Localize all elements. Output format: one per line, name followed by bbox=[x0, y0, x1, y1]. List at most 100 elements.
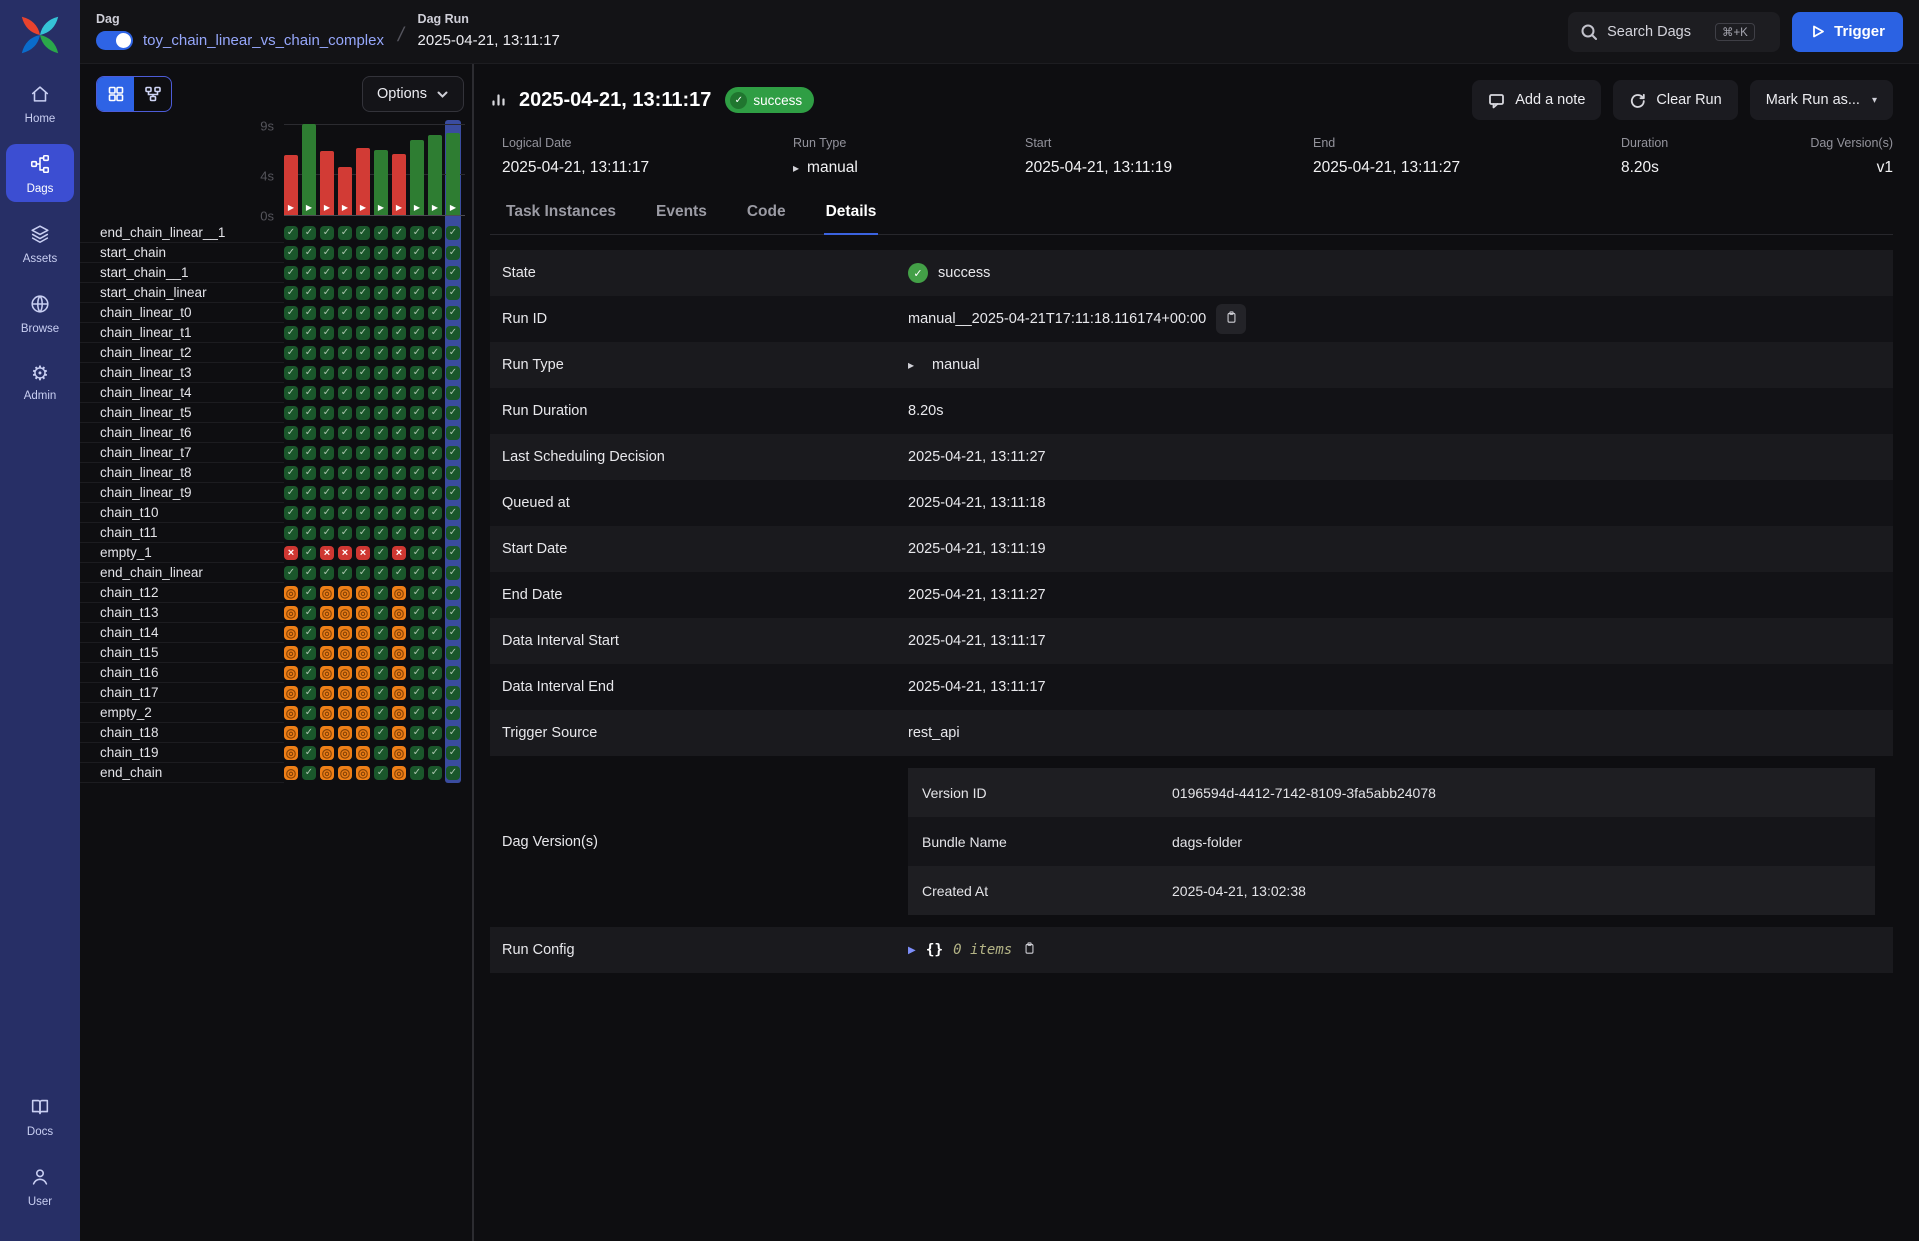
task-instance-cell[interactable]: ✓ bbox=[374, 506, 392, 520]
task-instance-cell[interactable]: ◎ bbox=[392, 666, 410, 680]
task-instance-cell[interactable]: ✓ bbox=[446, 726, 464, 740]
task-instance-cell[interactable]: ✓ bbox=[302, 346, 320, 360]
task-instance-cell[interactable]: ✓ bbox=[302, 446, 320, 460]
task-instance-cell[interactable]: ✓ bbox=[302, 306, 320, 320]
task-instance-cell[interactable]: ✓ bbox=[446, 366, 464, 380]
task-instance-cell[interactable]: ◎ bbox=[320, 626, 338, 640]
task-instance-cell[interactable]: ✓ bbox=[356, 366, 374, 380]
task-instance-cell[interactable]: ◎ bbox=[392, 606, 410, 620]
task-instance-cell[interactable]: ◎ bbox=[284, 686, 302, 700]
task-instance-cell[interactable]: ✓ bbox=[320, 326, 338, 340]
task-instance-cell[interactable]: ◎ bbox=[392, 726, 410, 740]
task-instance-cell[interactable]: ✓ bbox=[338, 266, 356, 280]
task-instance-cell[interactable]: ✓ bbox=[392, 386, 410, 400]
task-instance-cell[interactable]: ✓ bbox=[446, 266, 464, 280]
task-instance-cell[interactable]: ✓ bbox=[356, 346, 374, 360]
task-instance-cell[interactable]: ✓ bbox=[356, 406, 374, 420]
task-instance-cell[interactable]: ◎ bbox=[338, 766, 356, 780]
task-instance-cell[interactable]: ✓ bbox=[338, 366, 356, 380]
task-instance-cell[interactable]: ✓ bbox=[302, 726, 320, 740]
task-instance-cell[interactable]: × bbox=[284, 546, 302, 560]
task-label[interactable]: chain_linear_t4 bbox=[80, 383, 284, 403]
task-instance-cell[interactable]: ✓ bbox=[428, 286, 446, 300]
task-label[interactable]: chain_linear_t2 bbox=[80, 343, 284, 363]
task-instance-cell[interactable]: ✓ bbox=[428, 446, 446, 460]
task-instance-cell[interactable]: ✓ bbox=[446, 226, 464, 240]
task-instance-cell[interactable]: ✓ bbox=[446, 466, 464, 480]
task-instance-cell[interactable]: ✓ bbox=[338, 526, 356, 540]
task-instance-cell[interactable]: ◎ bbox=[356, 726, 374, 740]
task-instance-cell[interactable]: ◎ bbox=[356, 586, 374, 600]
task-instance-cell[interactable]: ✓ bbox=[284, 426, 302, 440]
task-instance-cell[interactable]: ✓ bbox=[428, 366, 446, 380]
task-instance-cell[interactable]: ◎ bbox=[392, 586, 410, 600]
task-instance-cell[interactable]: ✓ bbox=[410, 746, 428, 760]
tab-task-instances[interactable]: Task Instances bbox=[504, 203, 618, 234]
task-instance-cell[interactable]: ✓ bbox=[392, 466, 410, 480]
task-instance-cell[interactable]: ✓ bbox=[410, 526, 428, 540]
task-instance-cell[interactable]: ✓ bbox=[356, 386, 374, 400]
task-instance-cell[interactable]: ◎ bbox=[338, 666, 356, 680]
task-instance-cell[interactable]: ✓ bbox=[428, 686, 446, 700]
task-instance-cell[interactable]: ✓ bbox=[356, 506, 374, 520]
task-instance-cell[interactable]: ✓ bbox=[302, 666, 320, 680]
task-instance-cell[interactable]: ◎ bbox=[392, 626, 410, 640]
task-instance-cell[interactable]: ✓ bbox=[320, 506, 338, 520]
run-duration-bar[interactable]: ▶ bbox=[284, 155, 298, 215]
task-instance-cell[interactable]: ✓ bbox=[392, 446, 410, 460]
task-instance-cell[interactable]: ✓ bbox=[410, 226, 428, 240]
task-instance-cell[interactable]: ✓ bbox=[356, 566, 374, 580]
task-label[interactable]: chain_t13 bbox=[80, 603, 284, 623]
task-instance-cell[interactable]: ✓ bbox=[302, 626, 320, 640]
task-instance-cell[interactable]: ✓ bbox=[302, 566, 320, 580]
task-instance-cell[interactable]: ◎ bbox=[320, 606, 338, 620]
task-instance-cell[interactable]: ✓ bbox=[410, 666, 428, 680]
task-instance-cell[interactable]: ✓ bbox=[284, 466, 302, 480]
task-instance-cell[interactable]: ✓ bbox=[284, 506, 302, 520]
task-instance-cell[interactable]: ✓ bbox=[392, 506, 410, 520]
run-duration-bar[interactable]: ▶ bbox=[302, 124, 316, 215]
task-instance-cell[interactable]: ✓ bbox=[446, 346, 464, 360]
task-instance-cell[interactable]: ✓ bbox=[392, 266, 410, 280]
task-instance-cell[interactable]: ✓ bbox=[374, 726, 392, 740]
task-instance-cell[interactable]: ✓ bbox=[302, 706, 320, 720]
task-instance-cell[interactable]: ✓ bbox=[446, 306, 464, 320]
task-instance-cell[interactable]: ✓ bbox=[392, 526, 410, 540]
task-instance-cell[interactable]: ✓ bbox=[284, 366, 302, 380]
task-instance-cell[interactable]: ✓ bbox=[410, 706, 428, 720]
task-instance-cell[interactable]: ✓ bbox=[392, 486, 410, 500]
task-instance-cell[interactable]: ✓ bbox=[356, 246, 374, 260]
task-instance-cell[interactable]: ✓ bbox=[374, 606, 392, 620]
task-instance-cell[interactable]: ◎ bbox=[338, 706, 356, 720]
task-instance-cell[interactable]: ✓ bbox=[338, 386, 356, 400]
task-instance-cell[interactable]: ✓ bbox=[374, 266, 392, 280]
sidebar-item-home[interactable]: Home bbox=[6, 74, 74, 132]
task-instance-cell[interactable]: ◎ bbox=[320, 706, 338, 720]
task-instance-cell[interactable]: × bbox=[338, 546, 356, 560]
sidebar-item-admin[interactable]: ⚙Admin bbox=[6, 354, 74, 409]
task-instance-cell[interactable]: ✓ bbox=[446, 246, 464, 260]
task-instance-cell[interactable]: ✓ bbox=[374, 306, 392, 320]
task-instance-cell[interactable]: ◎ bbox=[392, 646, 410, 660]
task-label[interactable]: chain_linear_t9 bbox=[80, 483, 284, 503]
task-instance-cell[interactable]: ✓ bbox=[428, 326, 446, 340]
task-instance-cell[interactable]: ✓ bbox=[446, 626, 464, 640]
task-instance-cell[interactable]: ✓ bbox=[428, 426, 446, 440]
task-instance-cell[interactable]: ✓ bbox=[392, 346, 410, 360]
task-label[interactable]: chain_t18 bbox=[80, 723, 284, 743]
task-instance-cell[interactable]: ✓ bbox=[320, 426, 338, 440]
task-instance-cell[interactable]: ✓ bbox=[446, 666, 464, 680]
task-instance-cell[interactable]: ✓ bbox=[356, 326, 374, 340]
task-instance-cell[interactable]: ◎ bbox=[320, 646, 338, 660]
run-duration-bar[interactable]: ▶ bbox=[356, 148, 370, 215]
task-instance-cell[interactable]: ✓ bbox=[356, 446, 374, 460]
task-label[interactable]: chain_linear_t3 bbox=[80, 363, 284, 383]
task-instance-cell[interactable]: ◎ bbox=[320, 726, 338, 740]
task-instance-cell[interactable]: ✓ bbox=[320, 286, 338, 300]
task-instance-cell[interactable]: ✓ bbox=[410, 686, 428, 700]
task-instance-cell[interactable]: ✓ bbox=[374, 646, 392, 660]
task-label[interactable]: chain_t14 bbox=[80, 623, 284, 643]
task-instance-cell[interactable]: ◎ bbox=[356, 666, 374, 680]
task-instance-cell[interactable]: ✓ bbox=[428, 626, 446, 640]
task-instance-cell[interactable]: ✓ bbox=[374, 366, 392, 380]
